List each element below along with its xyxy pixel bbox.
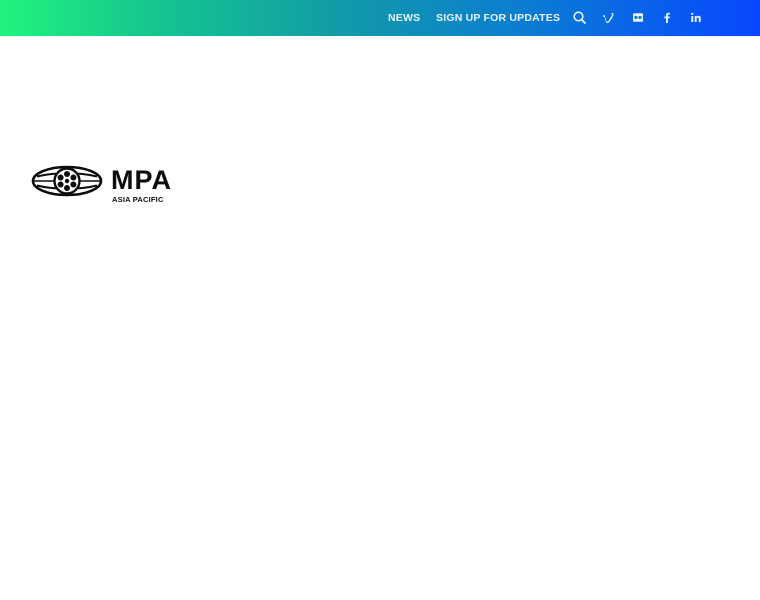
top-navigation-bar: NEWS SIGN UP FOR UPDATES <box>0 0 760 36</box>
logo-subtitle: ASIA PACIFIC <box>112 195 164 204</box>
vimeo-icon[interactable] <box>599 9 617 27</box>
nav-link-news[interactable]: NEWS <box>388 12 420 24</box>
search-icon[interactable] <box>571 9 589 27</box>
logo-wordmark: MPA <box>111 165 172 195</box>
flickr-icon[interactable] <box>629 9 647 27</box>
mpa-asia-pacific-logo[interactable]: MPA ASIA PACIFIC <box>31 164 181 206</box>
facebook-icon[interactable] <box>658 9 676 27</box>
film-reel-globe-icon <box>31 165 103 197</box>
linkedin-icon[interactable] <box>687 9 705 27</box>
nav-link-sign-up-for-updates[interactable]: SIGN UP FOR UPDATES <box>436 12 560 24</box>
